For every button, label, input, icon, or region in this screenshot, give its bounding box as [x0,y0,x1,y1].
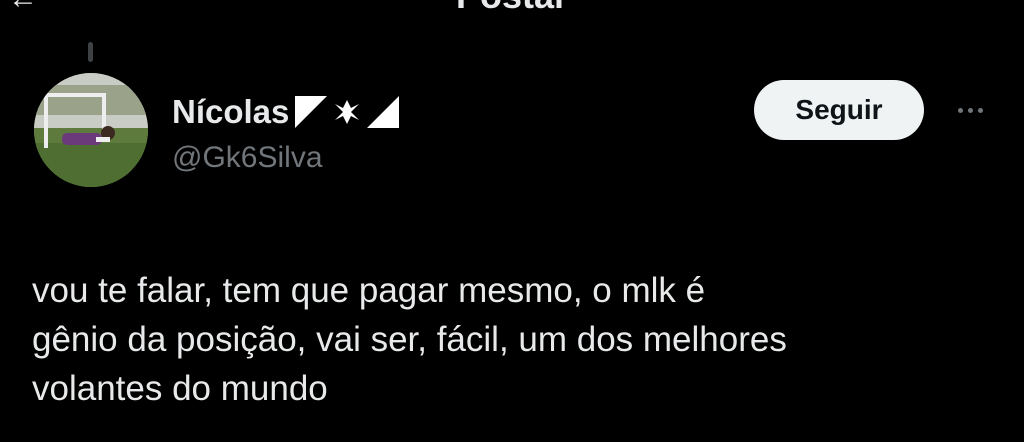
follow-button[interactable]: Seguir [754,80,924,140]
author-handle[interactable]: @Gk6Silva [172,140,323,176]
dot [977,107,983,113]
thread-connector-line [88,42,93,62]
maltese-cross-icon [333,98,362,126]
author-name-text: Nícolas [172,93,290,130]
flag-corner-icon [367,96,400,128]
flag-corner-icon [295,96,328,128]
dot [957,107,963,113]
dot [967,107,973,113]
tweet-text: vou te falar, tem que pagar mesmo, o mlk… [32,271,787,408]
name-emojis [295,96,400,128]
avatar[interactable] [34,73,148,187]
author-display-name[interactable]: Nícolas [172,92,400,132]
top-bar: ← Postar [0,0,1024,20]
page-title: Postar [0,0,1024,14]
more-options-icon[interactable] [948,96,992,124]
